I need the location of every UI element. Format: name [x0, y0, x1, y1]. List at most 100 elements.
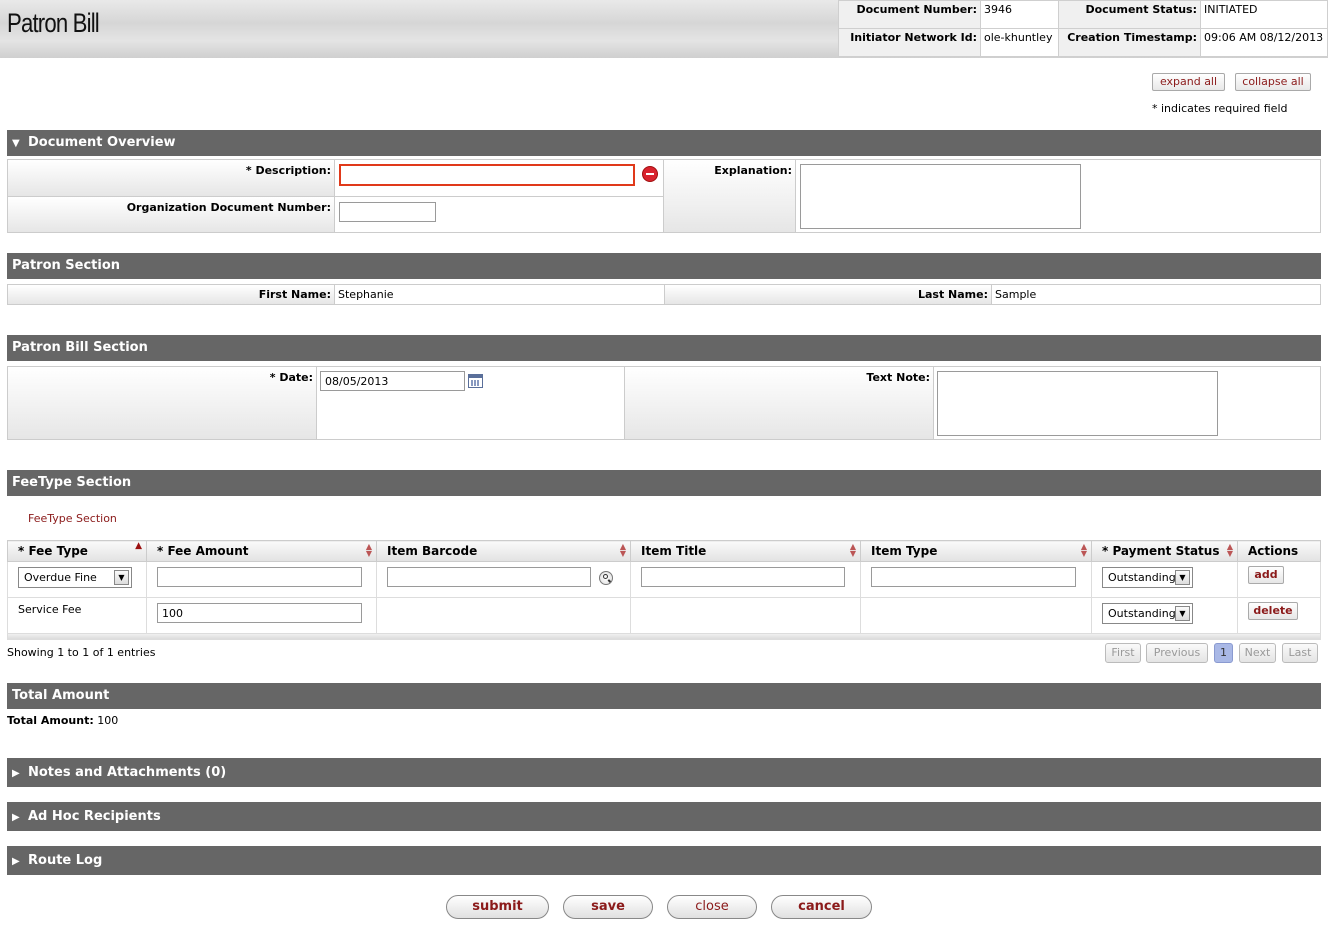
document-overview-header[interactable]: ▼ Document Overview [7, 130, 1321, 156]
column-header-item-title[interactable]: Item Title ▲ ▼ [630, 540, 861, 562]
notes-attachments-header[interactable]: ▶ Notes and Attachments (0) [7, 758, 1321, 787]
notes-attachments-title: Notes and Attachments (0) [28, 765, 227, 780]
route-log-title: Route Log [28, 853, 103, 868]
total-amount-section-title: Total Amount [12, 688, 110, 703]
timestamp-label: Creation Timestamp: [1058, 28, 1201, 57]
text-note-label: Text Note: [624, 366, 934, 440]
item-type-input[interactable] [871, 567, 1076, 587]
org-doc-number-label: Organization Document Number: [7, 196, 335, 233]
column-header-payment-status[interactable]: * Payment Status ▲ ▼ [1091, 540, 1238, 562]
delete-button[interactable]: delete [1248, 602, 1298, 620]
feetype-section-title: FeeType Section [12, 475, 132, 490]
fee-type-value: Service Fee [18, 603, 82, 616]
column-header-fee-type[interactable]: * Fee Type ▲ [7, 540, 147, 562]
column-header-label: * Fee Amount [157, 544, 249, 558]
pagination-last-button[interactable]: Last [1282, 643, 1318, 663]
column-header-fee-amount[interactable]: * Fee Amount ▲ ▼ [146, 540, 377, 562]
add-button[interactable]: add [1248, 566, 1284, 584]
adhoc-recipients-header[interactable]: ▶ Ad Hoc Recipients [7, 802, 1321, 831]
fee-amount-cell [146, 597, 377, 634]
total-amount-row: Total Amount: 100 [7, 714, 118, 727]
document-overview-title: Document Overview [28, 135, 176, 150]
sort-icon: ▲ ▼ [849, 542, 856, 558]
pagination-previous-button[interactable]: Previous [1146, 643, 1208, 663]
pagination-first-button[interactable]: First [1105, 643, 1141, 663]
sort-icon: ▲ ▼ [1080, 542, 1087, 558]
collapse-all-button[interactable]: collapse all [1235, 73, 1311, 91]
initiator-value: ole-khuntley [980, 28, 1059, 57]
description-cell [334, 159, 664, 197]
collapsed-triangle-icon: ▶ [12, 768, 20, 779]
payment-status-select[interactable]: Outstanding ▼ [1102, 567, 1193, 588]
fee-type-selected-value: Overdue Fine [24, 571, 97, 584]
last-name-label: Last Name: [664, 284, 992, 305]
payment-status-selected-value: Outstanding [1108, 607, 1176, 620]
column-header-item-barcode[interactable]: Item Barcode ▲ ▼ [376, 540, 631, 562]
pagination-next-button[interactable]: Next [1239, 643, 1276, 663]
document-info-table: Document Number: 3946 Document Status: I… [838, 0, 1328, 57]
collapsed-triangle-icon: ▶ [12, 812, 20, 823]
date-cell [316, 366, 625, 440]
date-input[interactable] [320, 371, 465, 391]
text-note-cell [933, 366, 1321, 440]
fee-amount-input[interactable] [157, 603, 362, 623]
item-barcode-cell [376, 597, 631, 634]
fee-type-cell: Overdue Fine ▼ [7, 561, 147, 598]
description-label: * Description: [7, 159, 335, 197]
doc-number-value: 3946 [980, 0, 1059, 29]
explanation-label: Explanation: [663, 159, 796, 233]
initiator-label: Initiator Network Id: [838, 28, 981, 57]
item-title-input[interactable] [641, 567, 845, 587]
fee-table: * Fee Type ▲ * Fee Amount ▲ ▼ Item Barcode ▲… [7, 540, 1321, 634]
explanation-textarea[interactable] [800, 164, 1081, 229]
column-header-label: * Fee Type [18, 544, 88, 558]
patron-section-title: Patron Section [12, 258, 121, 273]
column-header-actions: Actions [1237, 540, 1321, 562]
text-note-textarea[interactable] [937, 371, 1218, 436]
last-name-value: Sample [991, 284, 1321, 305]
column-header-label: Item Barcode [387, 544, 478, 558]
fee-type-cell: Service Fee [7, 597, 147, 634]
sort-icon: ▲ ▼ [1226, 542, 1233, 558]
expanded-triangle-icon: ▼ [12, 138, 20, 149]
sort-icon: ▲ ▼ [365, 542, 372, 558]
patron-bill-section-header: Patron Bill Section [7, 335, 1321, 361]
route-log-header[interactable]: ▶ Route Log [7, 846, 1321, 875]
fee-type-select[interactable]: Overdue Fine ▼ [18, 567, 132, 588]
explanation-cell [795, 159, 1321, 233]
actions-cell: delete [1237, 597, 1321, 634]
search-icon[interactable] [599, 571, 613, 585]
column-header-label: Item Title [641, 544, 707, 558]
fee-amount-cell [146, 561, 377, 598]
item-title-cell [630, 561, 861, 598]
patron-bill-section-title: Patron Bill Section [12, 340, 148, 355]
table-footer-strip [7, 633, 1321, 640]
expand-all-button[interactable]: expand all [1152, 73, 1225, 91]
org-doc-number-input[interactable] [339, 202, 436, 222]
doc-number-label: Document Number: [838, 0, 981, 29]
calendar-icon[interactable] [468, 374, 483, 388]
save-button[interactable]: save [563, 895, 653, 919]
chevron-down-icon: ▼ [1175, 606, 1190, 621]
submit-button[interactable]: submit [446, 895, 549, 919]
feetype-section-header: FeeType Section [7, 470, 1321, 496]
org-doc-number-cell [334, 196, 664, 233]
total-amount-label: Total Amount: [7, 714, 94, 727]
sort-icon: ▲ ▼ [619, 542, 626, 558]
payment-status-cell: Outstanding ▼ [1091, 597, 1238, 634]
cancel-button[interactable]: cancel [771, 895, 872, 919]
pagination-page-button[interactable]: 1 [1214, 643, 1233, 663]
date-label: * Date: [7, 366, 317, 440]
payment-status-selected-value: Outstanding [1108, 571, 1176, 584]
item-type-cell [860, 597, 1092, 634]
close-button[interactable]: close [667, 895, 757, 919]
fee-amount-input[interactable] [157, 567, 362, 587]
column-header-item-type[interactable]: Item Type ▲ ▼ [860, 540, 1092, 562]
description-input[interactable] [339, 164, 635, 186]
adhoc-recipients-title: Ad Hoc Recipients [28, 809, 161, 824]
total-amount-value: 100 [97, 714, 119, 727]
item-barcode-input[interactable] [387, 567, 591, 587]
sort-asc-icon: ▲ [135, 541, 142, 551]
doc-status-value: INITIATED [1200, 0, 1328, 29]
payment-status-select[interactable]: Outstanding ▼ [1102, 603, 1193, 624]
